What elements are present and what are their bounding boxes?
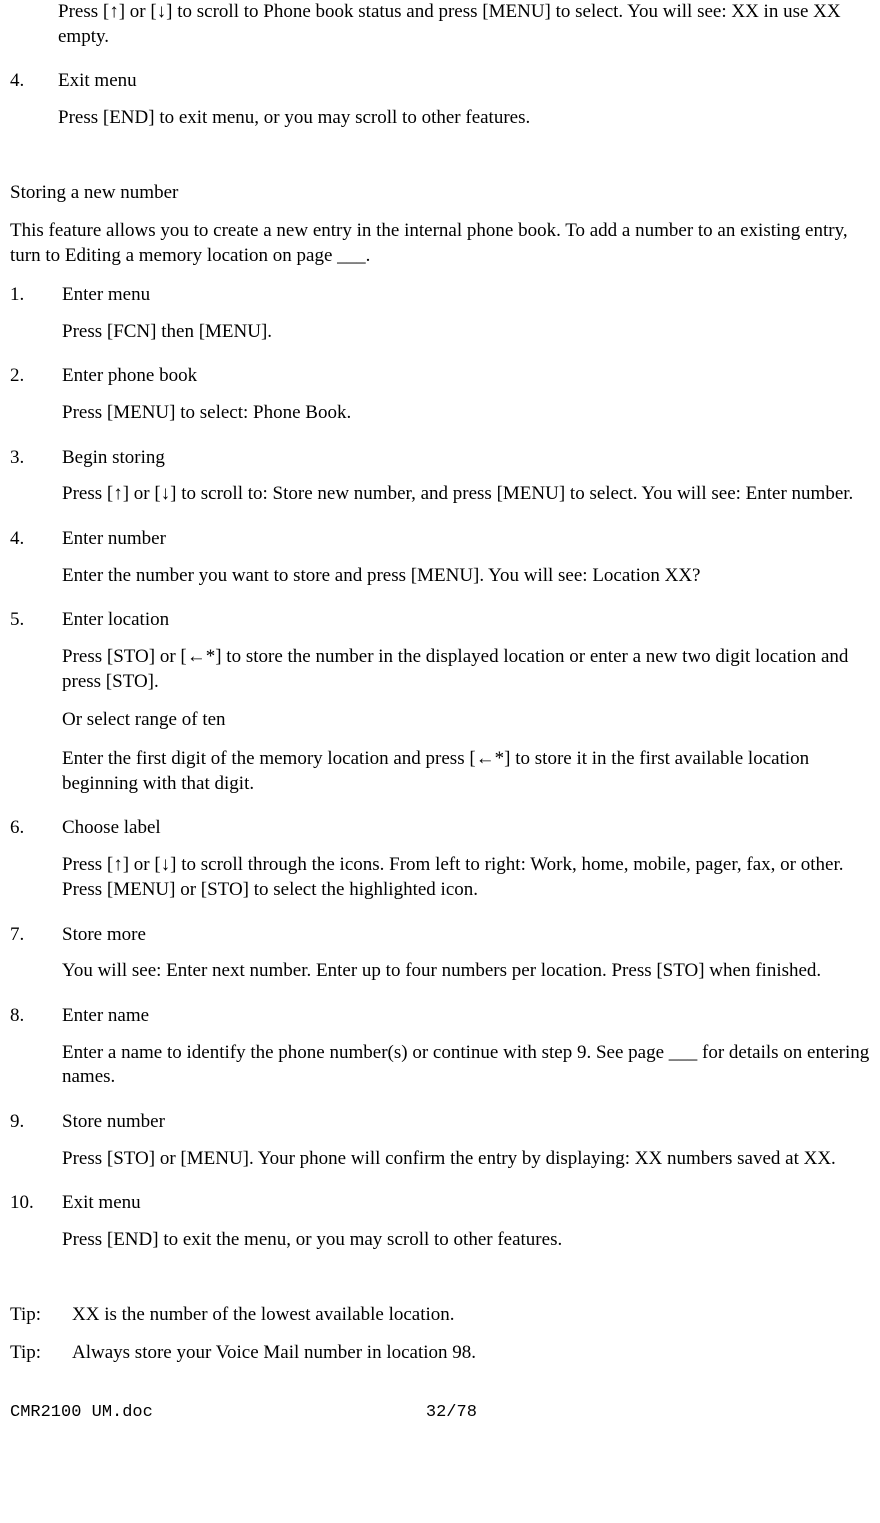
prev-step-body: Press [↑] or [↓] to scroll to Phone book… xyxy=(6,0,874,63)
step-body-text: Or select range of ten xyxy=(62,708,874,733)
step-body-text: Press [STO] or [←*] to store the number … xyxy=(62,645,874,694)
step-title: Enter name xyxy=(62,1004,874,1029)
step-number: 2. xyxy=(6,364,62,439)
step-4-top: 4. Exit menu Press [END] to exit menu, o… xyxy=(6,69,874,144)
footer-filename: CMR2100 UM.doc xyxy=(10,1402,153,1424)
step-body-text: Press [END] to exit menu, or you may scr… xyxy=(58,106,874,131)
tip-1: Tip: XX is the number of the lowest avai… xyxy=(6,1303,874,1328)
step-title: Store more xyxy=(62,923,874,948)
step-number: 8. xyxy=(6,1004,62,1104)
step-body-text: Press [↑] or [↓] to scroll to: Store new… xyxy=(62,482,874,507)
tip-label: Tip: xyxy=(10,1303,72,1328)
step-8: 8. Enter name Enter a name to identify t… xyxy=(6,1004,874,1104)
step-body-text: You will see: Enter next number. Enter u… xyxy=(62,959,874,984)
step-body-text: Enter the first digit of the memory loca… xyxy=(62,747,874,796)
step-5: 5. Enter location Press [STO] or [←*] to… xyxy=(6,608,874,810)
tip-text: Always store your Voice Mail number in l… xyxy=(72,1341,476,1366)
step-title: Enter number xyxy=(62,527,874,552)
step-6: 6. Choose label Press [↑] or [↓] to scro… xyxy=(6,816,874,916)
step-number: 5. xyxy=(6,608,62,810)
tip-text: XX is the number of the lowest available… xyxy=(72,1303,455,1328)
step-body-text: Enter the number you want to store and p… xyxy=(62,564,874,589)
step-number: 4. xyxy=(6,69,58,144)
step-number: 3. xyxy=(6,446,62,521)
step-body-text: Press [FCN] then [MENU]. xyxy=(62,320,874,345)
section-intro: This feature allows you to create a new … xyxy=(6,219,874,268)
step-title: Exit menu xyxy=(62,1191,874,1216)
step-title: Store number xyxy=(62,1110,874,1135)
step-1: 1. Enter menu Press [FCN] then [MENU]. xyxy=(6,283,874,358)
step-7: 7. Store more You will see: Enter next n… xyxy=(6,923,874,998)
step-title: Exit menu xyxy=(58,69,874,94)
step-body-text: Press [END] to exit the menu, or you may… xyxy=(62,1228,874,1253)
step-number xyxy=(6,0,58,63)
step-body-text: Press [↑] or [↓] to scroll to Phone book… xyxy=(58,0,874,49)
step-9: 9. Store number Press [STO] or [MENU]. Y… xyxy=(6,1110,874,1185)
step-title: Choose label xyxy=(62,816,874,841)
step-number: 1. xyxy=(6,283,62,358)
section-heading: Storing a new number xyxy=(6,181,874,206)
tip-label: Tip: xyxy=(10,1341,72,1366)
step-number: 9. xyxy=(6,1110,62,1185)
step-body-text: Enter a name to identify the phone numbe… xyxy=(62,1041,874,1090)
tip-2: Tip: Always store your Voice Mail number… xyxy=(6,1341,874,1366)
step-number: 4. xyxy=(6,527,62,602)
step-title: Enter location xyxy=(62,608,874,633)
step-body-text: Press [STO] or [MENU]. Your phone will c… xyxy=(62,1147,874,1172)
footer-page-number: 32/78 xyxy=(426,1402,477,1424)
step-10: 10. Exit menu Press [END] to exit the me… xyxy=(6,1191,874,1266)
step-title: Begin storing xyxy=(62,446,874,471)
step-number: 7. xyxy=(6,923,62,998)
step-3: 3. Begin storing Press [↑] or [↓] to scr… xyxy=(6,446,874,521)
page-footer: CMR2100 UM.doc 32/78 xyxy=(6,1402,874,1424)
step-4: 4. Enter number Enter the number you wan… xyxy=(6,527,874,602)
step-title: Enter menu xyxy=(62,283,874,308)
step-number: 10. xyxy=(6,1191,62,1266)
step-title: Enter phone book xyxy=(62,364,874,389)
step-body-text: Press [MENU] to select: Phone Book. xyxy=(62,401,874,426)
step-2: 2. Enter phone book Press [MENU] to sele… xyxy=(6,364,874,439)
step-number: 6. xyxy=(6,816,62,916)
step-body-text: Press [↑] or [↓] to scroll through the i… xyxy=(62,853,874,902)
